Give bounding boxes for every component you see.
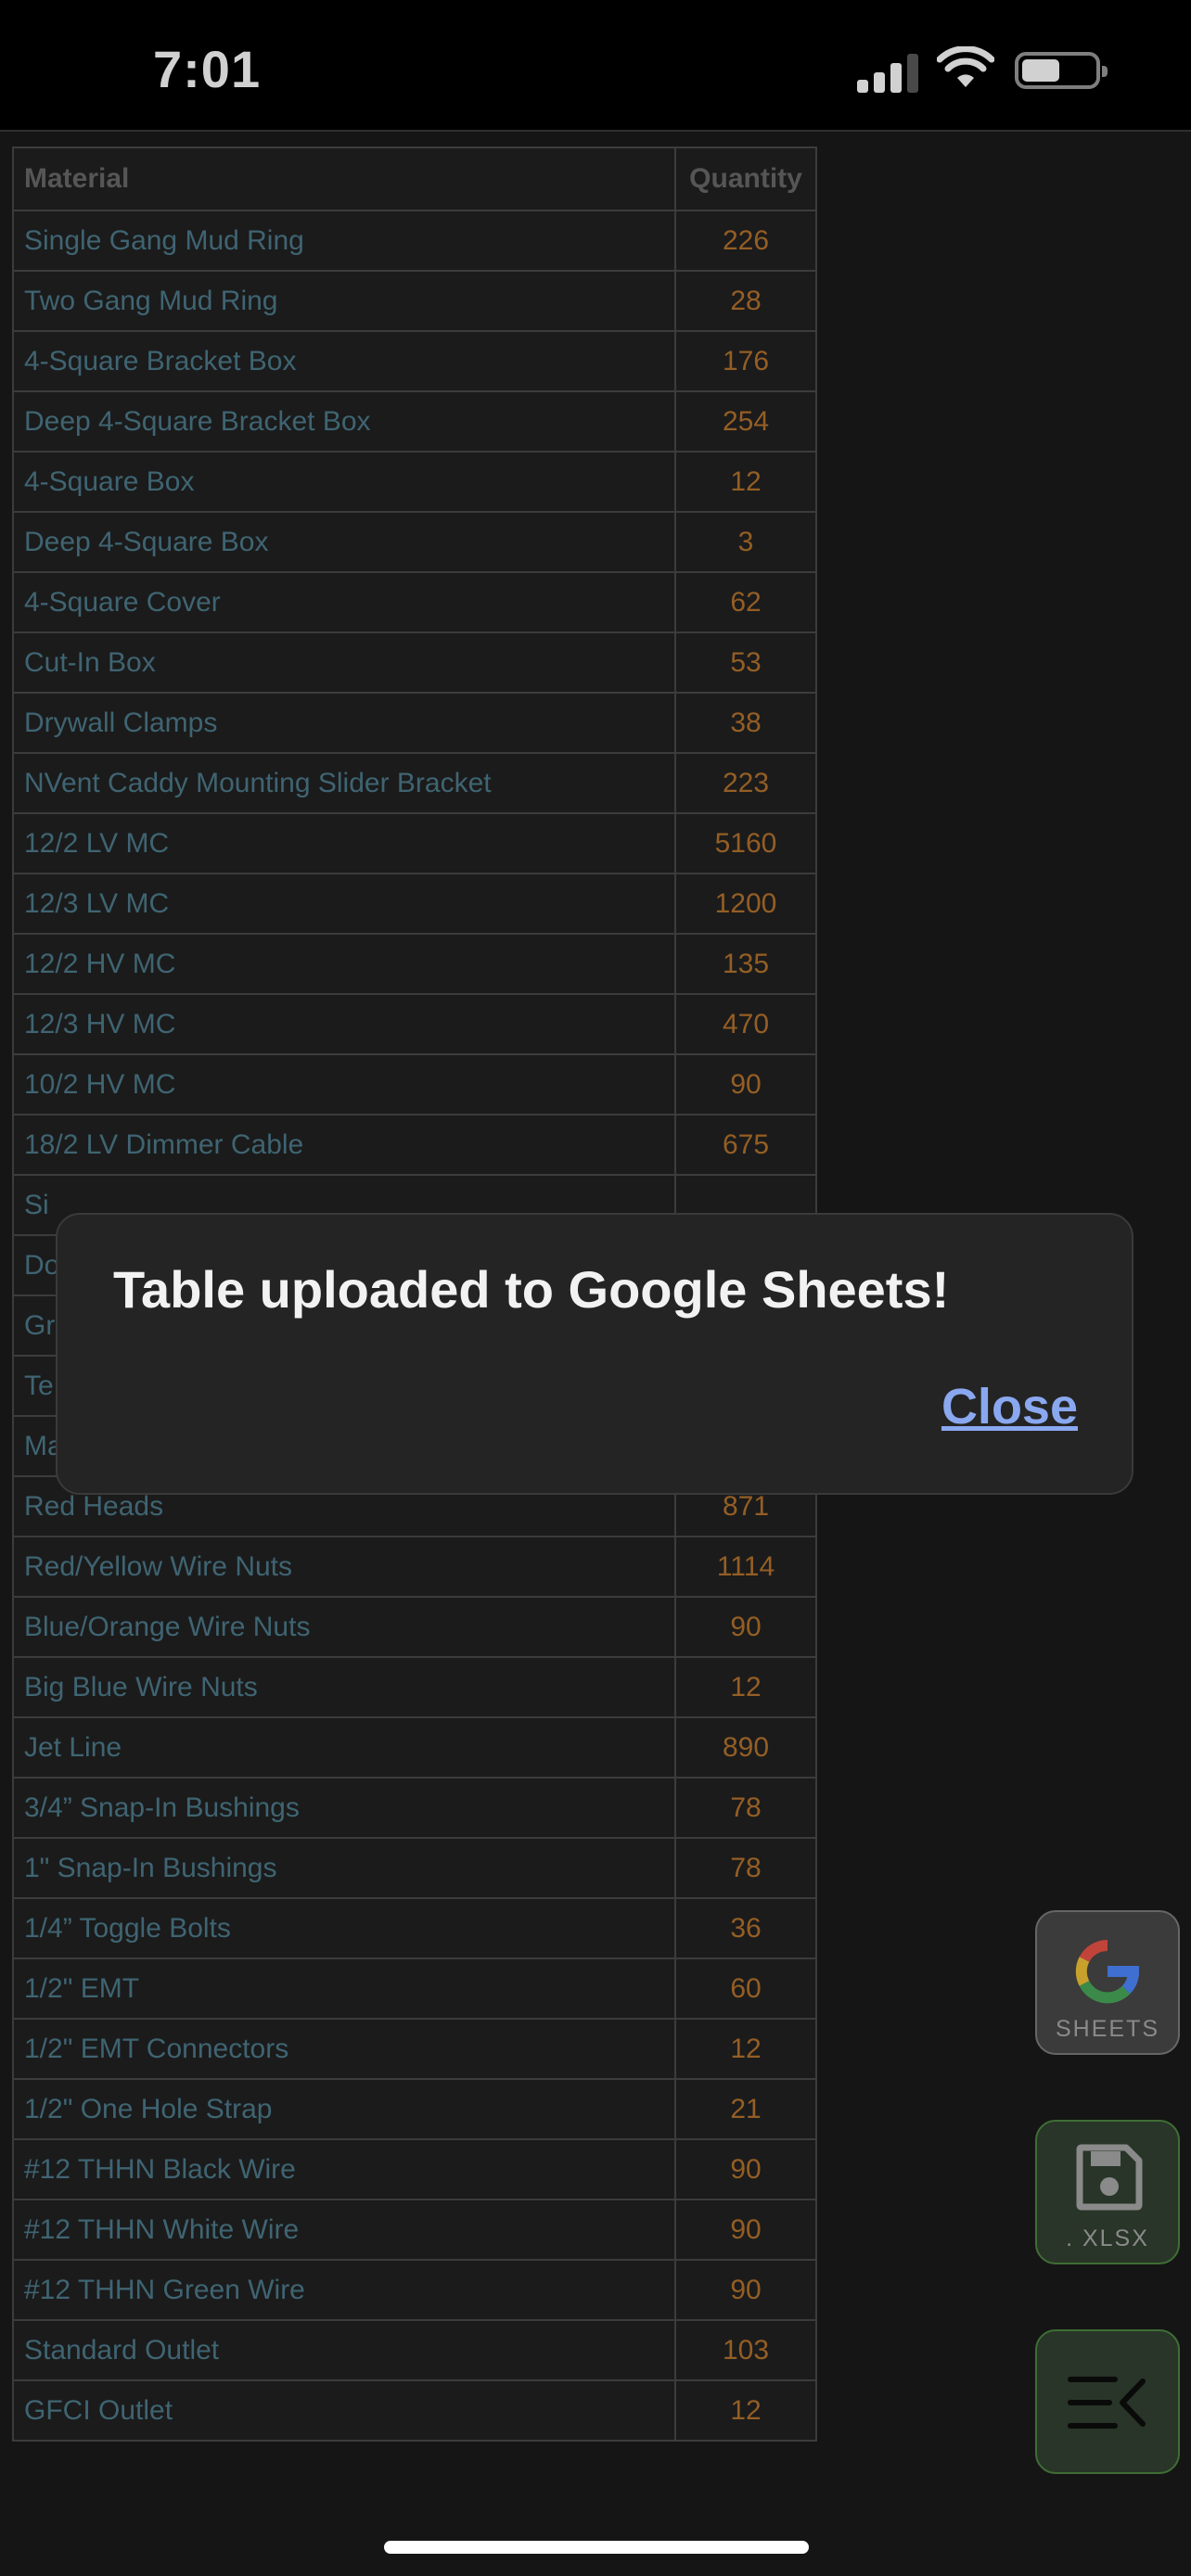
close-button[interactable]: Close [941,1378,1078,1435]
google-g-icon [1075,1939,1139,2004]
google-sheets-button[interactable]: SHEETS [1035,1910,1180,2055]
upload-success-dialog: Table uploaded to Google Sheets! Close [56,1213,1133,1495]
home-indicator[interactable] [384,2541,809,2554]
sheets-label: SHEETS [1055,2016,1160,2042]
export-xlsx-button[interactable]: . XLSX [1035,2120,1180,2264]
xlsx-label: . XLSX [1066,2225,1149,2251]
dialog-message: Table uploaded to Google Sheets! [113,1260,950,1319]
floppy-disk-icon [1076,2144,1143,2211]
collapse-menu-icon [1068,2377,1146,2429]
menu-toggle-button[interactable] [1035,2329,1180,2474]
